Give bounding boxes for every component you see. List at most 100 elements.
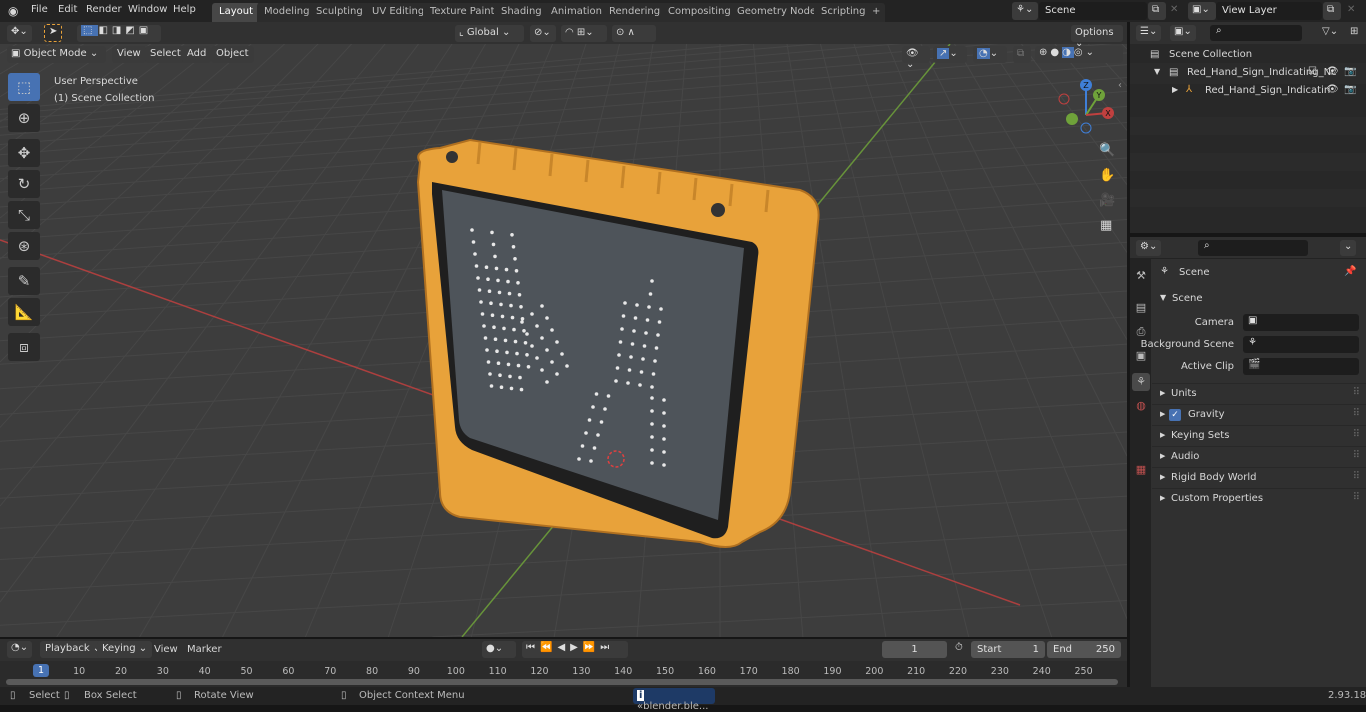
move-tool-icon[interactable]: ✥	[8, 139, 40, 167]
drag-handle-icon[interactable]: ⠿	[1353, 408, 1360, 419]
auto-keying-icon[interactable]: ●⌄	[482, 641, 516, 658]
notification-badge[interactable]: i «blender.ble...	[633, 688, 715, 712]
blender-logo-icon[interactable]: ◉	[8, 4, 18, 18]
cursor-tool-icon[interactable]: ⊕	[8, 104, 40, 132]
outliner-editor-type-icon[interactable]: ☰⌄	[1136, 25, 1162, 41]
display-mode-icon[interactable]: ▣⌄	[1170, 25, 1196, 41]
world-tab-icon[interactable]: ◍	[1132, 397, 1150, 415]
drag-handle-icon[interactable]: ⠿	[1353, 450, 1360, 461]
menu-object[interactable]: Object	[211, 46, 254, 63]
view-layer-field[interactable]: View Layer	[1216, 2, 1322, 20]
stopwatch-icon[interactable]: ⏱	[955, 642, 963, 653]
menu-window[interactable]: Window	[128, 4, 167, 15]
view-layer-icon[interactable]: ▣⌄	[1188, 2, 1216, 20]
mode-dropdown[interactable]: ▣ Object Mode ⌄	[7, 46, 106, 63]
filter-icon[interactable]: ▽⌄	[1322, 26, 1338, 37]
pin-icon[interactable]: 📌	[1344, 266, 1356, 277]
menu-render[interactable]: Render	[86, 4, 122, 15]
scene-name-field[interactable]: Scene	[1039, 2, 1147, 20]
menu-view[interactable]: View	[112, 46, 146, 63]
outliner-item-object[interactable]: ▶ ⅄ Red_Hand_Sign_Indicatin 👁 📷	[1130, 81, 1366, 102]
marker-menu[interactable]: Marker	[187, 644, 222, 655]
zoom-icon[interactable]: 🔍	[1099, 143, 1115, 158]
workspace-tab-uv-editing[interactable]: UV Editing	[365, 3, 432, 22]
current-frame-field[interactable]: 1	[882, 641, 947, 658]
proportional-edit-icon[interactable]: ⊙ ∧	[612, 25, 656, 42]
editor-type-icon[interactable]: ✥⌄	[7, 25, 32, 42]
end-frame-field[interactable]: End 250	[1047, 641, 1121, 658]
tool-tab-icon[interactable]: ⚒	[1132, 267, 1150, 285]
sidebar-toggle-icon[interactable]: ‹	[1118, 80, 1122, 91]
timeline-scrollbar[interactable]	[6, 679, 1118, 685]
panel-custom-properties[interactable]: ▶ Custom Properties ⠿	[1152, 488, 1366, 509]
eye-icon[interactable]: 👁	[1326, 66, 1339, 77]
annotate-tool-icon[interactable]: ✎	[8, 267, 40, 295]
camera-icon[interactable]: 📷	[1344, 66, 1356, 77]
workspace-tab-compositing[interactable]: Compositing	[661, 3, 738, 22]
close-view-layer-icon[interactable]: ✕	[1347, 4, 1355, 15]
texture-tab-icon[interactable]: ▦	[1132, 461, 1150, 479]
keying-menu[interactable]: Keying ⌄	[97, 641, 153, 658]
exclude-checkbox[interactable]: ☑	[1308, 66, 1317, 77]
pan-hand-icon[interactable]: ✋	[1099, 168, 1115, 183]
start-frame-field[interactable]: Start 1	[971, 641, 1045, 658]
rotate-tool-icon[interactable]: ↻	[8, 170, 40, 198]
select-box-tool-icon[interactable]: ⬚	[8, 73, 40, 101]
scale-tool-icon[interactable]: ⤡	[8, 201, 40, 229]
workspace-tab-texture-paint[interactable]: Texture Paint	[423, 3, 502, 22]
gravity-checkbox[interactable]: ✓	[1169, 409, 1181, 421]
menu-help[interactable]: Help	[173, 4, 196, 15]
menu-select[interactable]: Select	[145, 46, 186, 63]
scene-selector-icon[interactable]: ⚘⌄	[1012, 2, 1038, 20]
playback-controls[interactable]: ⏮⏪◀▶⏩⏭	[522, 641, 628, 658]
menu-edit[interactable]: Edit	[58, 4, 77, 15]
active-clip-field[interactable]: 🎬	[1243, 358, 1359, 375]
shading-mode-icons[interactable]: ⊕●◑◎⌄	[1035, 46, 1123, 63]
workspace-tab-scripting[interactable]: Scripting	[814, 3, 873, 22]
navigation-gizmo[interactable]: Z Y X	[1054, 75, 1118, 139]
transform-tool-icon[interactable]: ⊛	[8, 232, 40, 260]
perspective-grid-icon[interactable]: ▦	[1100, 218, 1112, 233]
select-tool-icon[interactable]: ➤	[44, 24, 62, 42]
workspace-tab-rendering[interactable]: Rendering	[602, 3, 668, 22]
panel-keying-sets[interactable]: ▶ Keying Sets ⠿	[1152, 425, 1366, 446]
menu-file[interactable]: File	[31, 4, 48, 15]
new-view-layer-icon[interactable]: ⧉	[1323, 2, 1341, 20]
drag-handle-icon[interactable]: ⠿	[1353, 471, 1360, 482]
menu-add[interactable]: Add	[182, 46, 212, 63]
snap-icon[interactable]: ◠ ⊞⌄	[561, 25, 607, 42]
add-workspace-button[interactable]: +	[868, 3, 885, 22]
workspace-tab-animation[interactable]: Animation	[544, 3, 609, 22]
panel-rigid-body-world[interactable]: ▶ Rigid Body World ⠿	[1152, 467, 1366, 488]
xray-icon[interactable]: ⧉	[1013, 46, 1031, 63]
overlay-toggle-icon[interactable]: ◔ ⌄	[973, 46, 1007, 63]
background-scene-field[interactable]: ⚘	[1243, 336, 1359, 353]
transform-orientation-dropdown[interactable]: ⌞ Global ⌄	[455, 25, 524, 42]
pivot-icon[interactable]: ⊘⌄	[530, 25, 556, 42]
scene-panel-header[interactable]: ▼ Scene	[1152, 289, 1366, 310]
workspace-tab-shading[interactable]: Shading	[494, 3, 549, 22]
properties-editor-type-icon[interactable]: ⚙⌄	[1136, 240, 1162, 256]
drag-handle-icon[interactable]: ⠿	[1353, 429, 1360, 440]
panel-gravity[interactable]: ▶ ✓ Gravity ⠿	[1152, 404, 1366, 425]
camera-view-icon[interactable]: 🎥	[1099, 193, 1115, 208]
visibility-icon[interactable]: 👁⌄	[902, 46, 930, 70]
eye-icon[interactable]: 👁	[1326, 84, 1339, 95]
new-collection-icon[interactable]: ⊞	[1350, 26, 1358, 37]
timeline-view-menu[interactable]: View	[154, 644, 178, 655]
selection-mode-icons[interactable]: ⬚ ◧◨◩▣	[77, 25, 161, 42]
drag-handle-icon[interactable]: ⠿	[1353, 387, 1360, 398]
workspace-tab-layout[interactable]: Layout	[212, 3, 260, 22]
panel-units[interactable]: ▶ Units ⠿	[1152, 383, 1366, 404]
workspace-tab-modeling[interactable]: Modeling	[257, 3, 317, 22]
outliner-search-input[interactable]: ⌕	[1210, 25, 1302, 41]
close-scene-icon[interactable]: ✕	[1170, 4, 1178, 15]
gizmo-toggle-icon[interactable]: ↗ ⌄	[933, 46, 967, 63]
properties-options-icon[interactable]: ⌄	[1340, 240, 1357, 256]
drag-handle-icon[interactable]: ⠿	[1353, 492, 1360, 503]
add-cube-tool-icon[interactable]: ⧈	[8, 333, 40, 361]
3d-viewport[interactable]: ✥⌄ ➤ ⬚ ◧◨◩▣ ⌞ Global ⌄ ⊘⌄ ◠ ⊞⌄ ⊙ ∧ Option…	[0, 22, 1127, 637]
camera-field[interactable]: ▣	[1243, 314, 1359, 331]
options-dropdown[interactable]: Options ⌄	[1071, 25, 1123, 49]
new-scene-icon[interactable]: ⧉	[1148, 2, 1166, 20]
